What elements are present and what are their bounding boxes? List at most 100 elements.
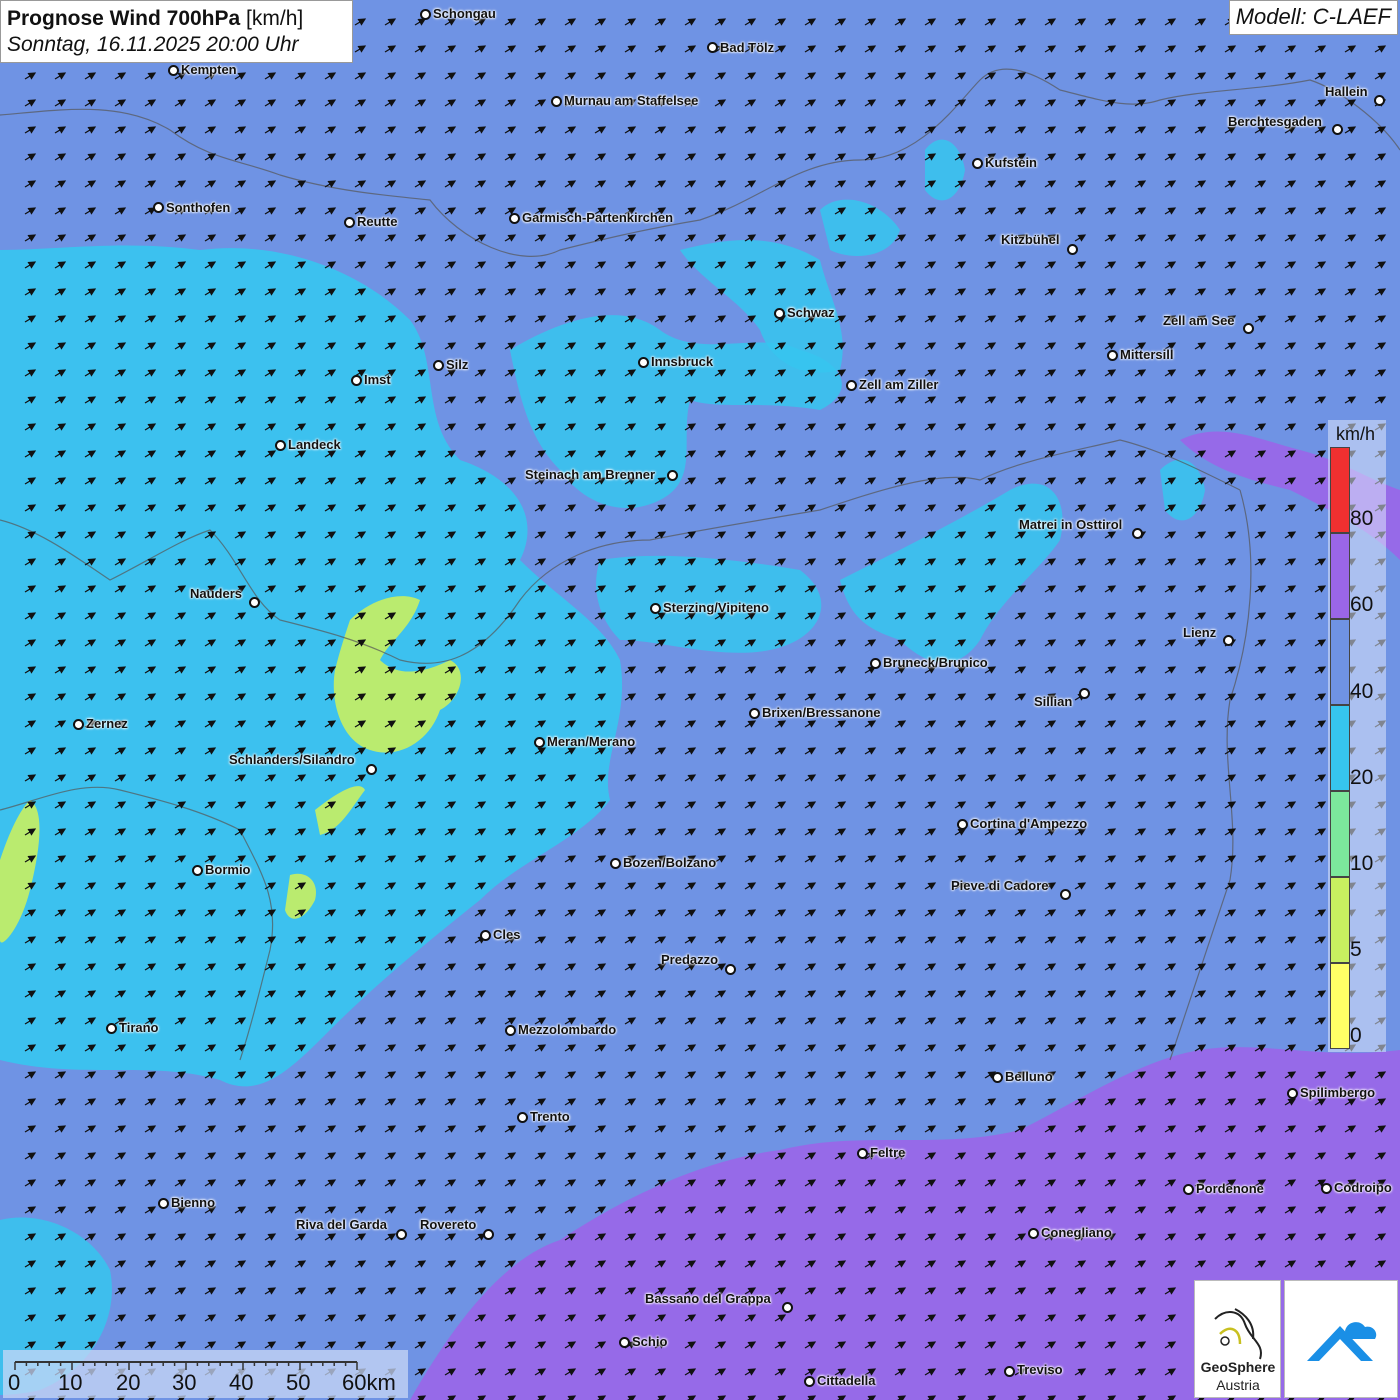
city-marker-icon (480, 930, 491, 941)
city-marker-icon (1374, 95, 1385, 106)
city-label: Bormio (205, 862, 251, 877)
scale-label: 50 (286, 1370, 311, 1395)
geosphere-country: Austria (1216, 1377, 1260, 1393)
legend-color-band (1330, 877, 1350, 963)
city-label: Bassano del Grappa (645, 1291, 771, 1306)
geosphere-logo: GeoSphere Austria (1194, 1280, 1281, 1398)
city-marker-icon (1243, 323, 1254, 334)
city-marker-icon (551, 96, 562, 107)
forecast-datetime: Sonntag, 16.11.2025 20:00 Uhr (7, 33, 299, 56)
legend-color-band (1330, 705, 1350, 791)
city-marker-icon (344, 217, 355, 228)
city-label: Hallein (1325, 84, 1368, 99)
city-marker-icon (509, 213, 520, 224)
city-label: Trento (530, 1109, 570, 1124)
legend-tick-label: 20 (1350, 766, 1374, 789)
city-label: Codroipo (1334, 1180, 1392, 1195)
map-title-unit: [km/h] (246, 7, 304, 30)
city-label: Silz (446, 357, 469, 372)
model-label: Modell: C-LAEF (1228, 0, 1398, 35)
city-marker-icon (992, 1072, 1003, 1083)
city-label: Steinach am Brenner (525, 467, 656, 482)
city-label: Schwaz (787, 305, 835, 320)
city-marker-icon (972, 158, 983, 169)
city-marker-icon (153, 202, 164, 213)
scale-label: 20 (116, 1370, 141, 1395)
city-marker-icon (846, 380, 857, 391)
city-label: Riva del Garda (296, 1217, 388, 1232)
city-marker-icon (73, 719, 84, 730)
city-label: Matrei in Osttirol (1019, 517, 1123, 532)
legend-tick-label: 60 (1350, 593, 1374, 616)
city-marker-icon (433, 360, 444, 371)
city-label: Zell am See (1163, 313, 1235, 328)
city-label: Zernez (86, 716, 128, 731)
scale-label: 0 (8, 1370, 21, 1395)
legend-color-band (1330, 791, 1350, 877)
city-marker-icon (249, 597, 260, 608)
city-marker-icon (707, 42, 718, 53)
city-label: Tirano (119, 1020, 159, 1035)
city-label: Predazzo (661, 952, 719, 967)
city-marker-icon (1004, 1366, 1015, 1377)
city-label: Sterzing/Vipiteno (663, 600, 769, 615)
city-label: Murnau am Staffelsee (564, 93, 699, 108)
city-label: Innsbruck (651, 354, 714, 369)
city-label: Bruneck/Brunico (883, 655, 988, 670)
mountain-cloud-icon (1307, 1322, 1377, 1361)
city-label: Treviso (1017, 1362, 1063, 1377)
city-marker-icon (749, 708, 760, 719)
city-marker-icon (275, 440, 286, 451)
city-marker-icon (638, 357, 649, 368)
city-label: Schlanders/Silandro (229, 752, 355, 767)
legend-tick-label: 5 (1350, 938, 1362, 961)
city-label: Spilimbergo (1300, 1085, 1376, 1100)
city-label: Conegliano (1041, 1225, 1112, 1240)
city-marker-icon (667, 470, 678, 481)
city-marker-icon (725, 964, 736, 975)
city-label: Schio (632, 1334, 668, 1349)
city-label: Pordenone (1196, 1181, 1264, 1196)
city-marker-icon (1332, 124, 1343, 135)
city-marker-icon (420, 9, 431, 20)
city-marker-icon (396, 1229, 407, 1240)
scale-label: 10 (58, 1370, 83, 1395)
city-marker-icon (1028, 1228, 1039, 1239)
city-marker-icon (1079, 688, 1090, 699)
city-label: Cittadella (817, 1373, 876, 1388)
city-marker-icon (1060, 889, 1071, 900)
city-label: Cles (493, 927, 521, 942)
city-label: Kufstein (985, 155, 1037, 170)
city-marker-icon (1223, 635, 1234, 646)
city-label: Kitzbühel (1001, 232, 1060, 247)
legend-unit: km/h (1336, 424, 1376, 444)
legend-tick-label: 40 (1350, 680, 1374, 703)
city-marker-icon (366, 764, 377, 775)
geosphere-name: GeoSphere (1200, 1359, 1276, 1375)
city-label: Zell am Ziller (859, 377, 939, 392)
city-label: Rovereto (420, 1217, 477, 1232)
geosphere-emblem-icon (1214, 1308, 1262, 1360)
city-label: Pieve di Cadore (951, 878, 1049, 893)
city-marker-icon (870, 658, 881, 669)
city-label: Garmisch-Partenkirchen (522, 210, 674, 225)
city-marker-icon (774, 308, 785, 319)
city-marker-icon (857, 1148, 868, 1159)
city-marker-icon (505, 1025, 516, 1036)
city-marker-icon (957, 819, 968, 830)
city-label: Belluno (1005, 1069, 1053, 1084)
city-marker-icon (534, 737, 545, 748)
scale-label: 30 (172, 1370, 197, 1395)
city-label: Sillian (1034, 694, 1073, 709)
map-title-main: Prognose Wind 700hPa (7, 7, 241, 30)
weather-app-logo (1284, 1280, 1398, 1398)
scale-label: 40 (229, 1370, 254, 1395)
city-marker-icon (168, 65, 179, 76)
city-label: Lienz (1183, 625, 1217, 640)
city-marker-icon (619, 1337, 630, 1348)
city-label: Nauders (190, 586, 243, 601)
legend-color-band (1330, 963, 1350, 1049)
city-label: Mittersill (1120, 347, 1174, 362)
city-marker-icon (483, 1229, 494, 1240)
city-marker-icon (610, 858, 621, 869)
